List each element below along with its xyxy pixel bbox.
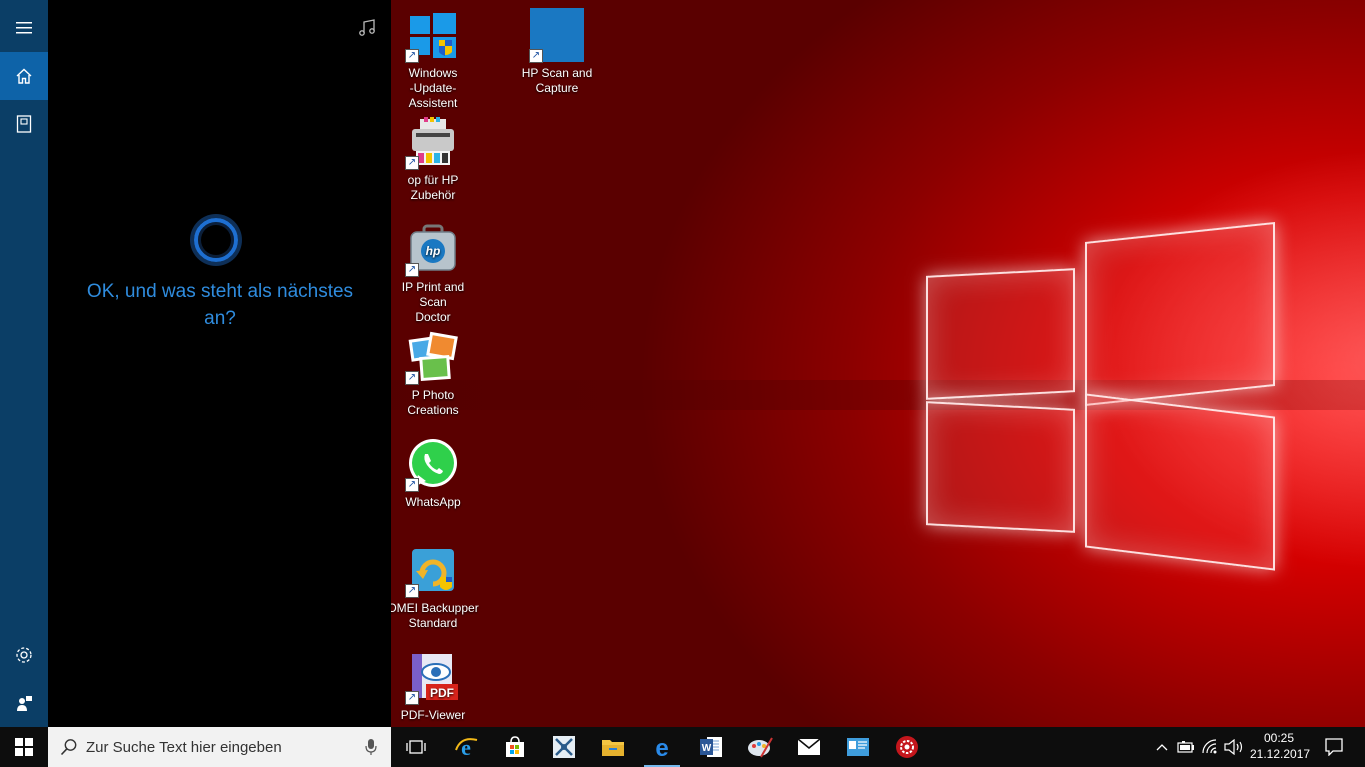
home-icon[interactable] (0, 52, 48, 100)
search-input[interactable] (86, 736, 356, 758)
cortana-rail (0, 0, 48, 727)
clock[interactable]: 00:25 21.12.2017 (1250, 730, 1311, 762)
svg-text:hp: hp (426, 244, 441, 258)
windows-logo-icon (15, 738, 33, 756)
windows-logo-pane-bl (926, 401, 1075, 533)
desktop-icon-label: PDF-Viewer (400, 708, 466, 722)
whatsapp-icon: ↗ (405, 437, 460, 492)
speaker-icon (1224, 739, 1243, 755)
notification-icon (1325, 738, 1343, 756)
shortcut-arrow-icon: ↗ (405, 156, 419, 170)
desktop-icon-label: IP Print and Scan Doctor (401, 280, 465, 324)
file-explorer-icon (602, 740, 624, 756)
shortcut-arrow-icon: ↗ (405, 691, 419, 705)
windows-logo-icon: ↗ (405, 8, 460, 63)
shortcut-arrow-icon: ↗ (405, 263, 419, 277)
printer-icon: ↗ (405, 115, 460, 170)
shortcut-arrow-icon: ↗ (405, 49, 419, 63)
mail-icon (797, 738, 821, 755)
puzzle-app-icon (553, 736, 575, 758)
pdf-eye-icon: PDF ↗ (405, 650, 460, 705)
windows-logo-pane-tl (926, 268, 1075, 400)
show-hidden-icons-button[interactable] (1150, 727, 1174, 767)
battery-icon (1177, 741, 1194, 753)
taskbar: e e W 00:25 21.12.2017 (0, 727, 1365, 767)
taskbar-word[interactable]: W (689, 727, 733, 767)
shortcut-arrow-icon: ↗ (529, 49, 543, 63)
desktop-icon-hp-scan-capture[interactable]: ↗ HP Scan and Capture (511, 8, 603, 96)
desktop-icon-label: HP Scan and Capture (521, 66, 593, 95)
clock-date: 21.12.2017 (1250, 747, 1311, 761)
desktop-wallpaper (391, 0, 1365, 727)
task-view-icon (406, 740, 426, 754)
music-note-icon[interactable] (358, 18, 378, 38)
paint-app-icon (748, 737, 773, 758)
settings-gear-icon[interactable] (0, 631, 48, 679)
svg-text:e: e (655, 735, 668, 759)
desktop-icon-hp-print-scan-doctor[interactable]: hp ↗ IP Print and Scan Doctor (387, 222, 479, 325)
cortana-ring-icon[interactable] (194, 218, 238, 262)
cortana-panel: OK, und was steht als nächstes an? (0, 0, 391, 727)
store-icon (506, 736, 524, 757)
search-icon (60, 739, 77, 756)
desktop-icon-whatsapp[interactable]: ↗ WhatsApp (387, 437, 479, 510)
desktop-icon-label: WhatsApp (405, 495, 461, 509)
taskbar-puzzle-app[interactable] (542, 727, 586, 767)
photo-collage-icon: ↗ (405, 330, 460, 385)
start-button[interactable] (0, 727, 48, 767)
contacts-card-icon (847, 738, 869, 756)
cortana-message: OK, und was steht als nächstes an? (86, 281, 354, 329)
internet-explorer-icon: e (455, 735, 478, 760)
taskbar-file-explorer[interactable] (591, 727, 635, 767)
network-button[interactable] (1198, 727, 1222, 767)
action-center-button[interactable] (1312, 727, 1356, 767)
desktop-icon-label: OMEI Backupper Standard (387, 601, 479, 630)
windows-logo-pane-tr (1085, 222, 1275, 406)
desktop-icon-windows-update-assistant[interactable]: ↗ Windows -Update-Assistent (387, 8, 479, 111)
desktop-icon-hp-shop[interactable]: ↗ op für HP Zubehör (387, 115, 479, 203)
clock-time: 00:25 (1263, 731, 1295, 745)
aomei-backup-icon: ↗ (405, 543, 460, 598)
svg-text:PDF: PDF (430, 686, 454, 700)
windows-logo-pane-br (1085, 393, 1275, 571)
desktop-icon-label: P Photo Creations (407, 388, 459, 417)
microphone-icon[interactable] (365, 738, 377, 756)
task-view-button[interactable] (394, 727, 438, 767)
hp-scan-icon: ↗ (529, 8, 584, 63)
desktop-icon-label: Windows -Update-Assistent (408, 66, 458, 110)
battery-status-button[interactable] (1174, 727, 1198, 767)
desktop-icon-aomei-backupper[interactable]: ↗ OMEI Backupper Standard (387, 543, 479, 631)
taskbar-paint-app[interactable] (738, 727, 782, 767)
notebook-icon[interactable] (0, 100, 48, 148)
taskbar-edge[interactable]: e (640, 727, 684, 767)
volume-button[interactable] (1222, 727, 1246, 767)
desktop-icon-hp-photo-creations[interactable]: ↗ P Photo Creations (387, 330, 479, 418)
desktop-icon-label: op für HP Zubehör (407, 173, 459, 202)
chevron-up-icon (1156, 744, 1168, 751)
taskbar-internet-explorer[interactable]: e (444, 727, 488, 767)
taskbar-store[interactable] (493, 727, 537, 767)
svg-text:W: W (702, 743, 712, 754)
shortcut-arrow-icon: ↗ (405, 371, 419, 385)
feedback-icon[interactable] (0, 679, 48, 727)
taskbar-gear-app[interactable] (885, 727, 929, 767)
hp-doctor-bag-icon: hp ↗ (405, 222, 460, 277)
search-box[interactable] (48, 727, 391, 767)
word-icon: W (700, 737, 722, 757)
taskbar-mail[interactable] (787, 727, 831, 767)
desktop-icon-pdf-viewer[interactable]: PDF ↗ PDF-Viewer (387, 650, 479, 723)
shortcut-arrow-icon: ↗ (405, 584, 419, 598)
hamburger-menu-icon[interactable] (0, 4, 48, 52)
edge-icon: e (655, 735, 668, 759)
shortcut-arrow-icon: ↗ (405, 478, 419, 492)
gear-app-icon (896, 736, 918, 758)
taskbar-contacts-card[interactable] (836, 727, 880, 767)
wifi-icon (1202, 739, 1217, 754)
